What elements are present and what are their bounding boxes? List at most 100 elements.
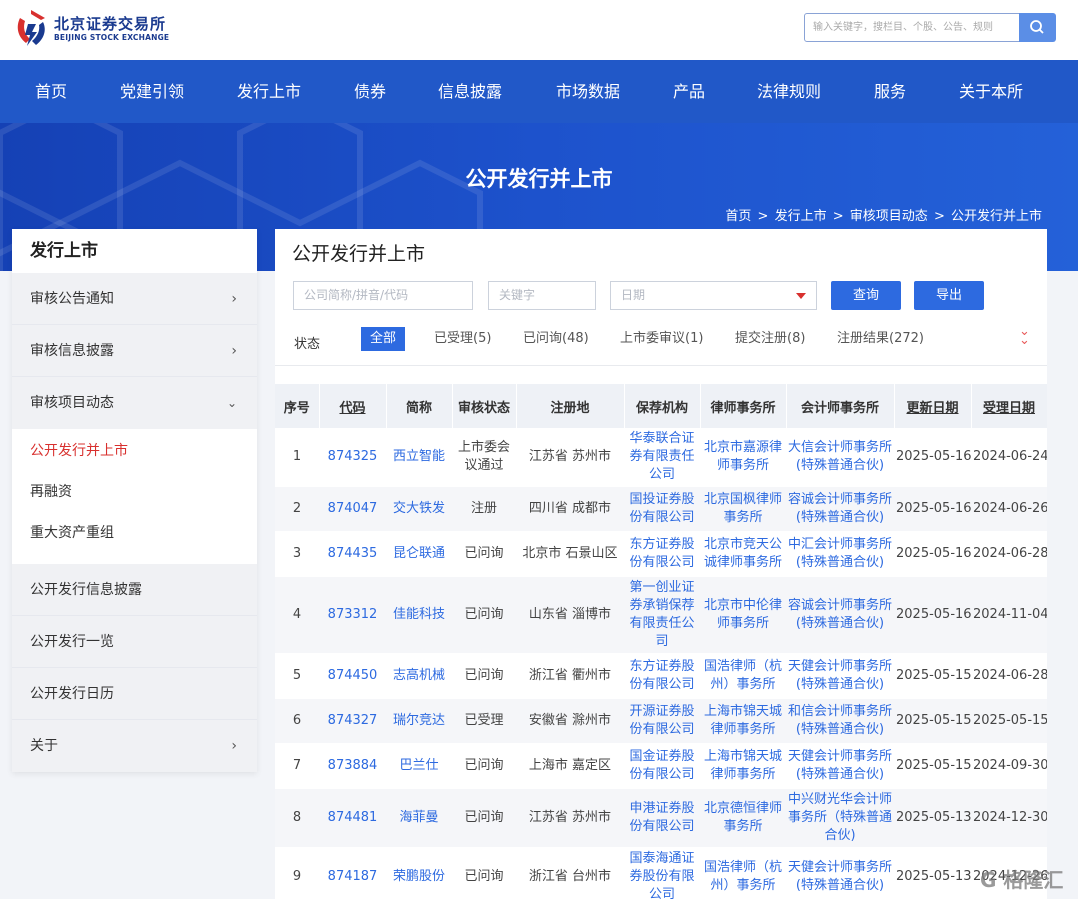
company-search-input[interactable]: 公司简称/拼音/代码 — [293, 281, 473, 310]
review-projects-table: 序号 代码 简称 审核状态 注册地 保荐机构 律师事务所 会计师事务所 更新日期… — [275, 384, 1047, 899]
sidebar-item-review-notices[interactable]: 审核公告通知 › — [12, 273, 257, 325]
cell-short-name[interactable]: 巴兰仕 — [386, 743, 452, 789]
cell-code[interactable]: 874481 — [319, 788, 386, 848]
table-row[interactable]: 4 873312 佳能科技 已问询 山东省 淄博市 第一创业证券承销保荐有限责任公司 北京市… — [275, 576, 1047, 654]
cell-accounting-firm[interactable]: 大信会计师事务所(特殊普通合伙) — [786, 428, 894, 487]
sidebar-item-issue-calendar[interactable]: 公开发行日历 — [12, 668, 257, 720]
cell-accounting-firm[interactable]: 和信会计师事务所(特殊普通合伙) — [786, 698, 894, 744]
breadcrumb-home[interactable]: 首页 — [725, 209, 751, 224]
breadcrumb-review-dynamics[interactable]: 审核项目动态 — [850, 209, 928, 224]
watermark: G 格隆汇 — [980, 864, 1063, 893]
search-button[interactable] — [1019, 13, 1056, 42]
cell-law-firm[interactable]: 北京市竞天公诚律师事务所 — [700, 531, 786, 577]
table-row[interactable]: 8 874481 海菲曼 已问询 江苏省 苏州市 申港证券股份有限公司 北京德恒律师事务所中… — [275, 788, 1047, 848]
sidebar-item-about[interactable]: 关于 › — [12, 720, 257, 772]
cell-code[interactable]: 873884 — [319, 743, 386, 789]
nav-item-bonds[interactable]: 债券 — [354, 60, 386, 123]
cell-accounting-firm[interactable]: 中兴财光华会计师事务所（特殊普通合伙) — [786, 788, 894, 848]
date-select[interactable]: 日期 — [610, 281, 817, 310]
cell-short-name[interactable]: 交大铁发 — [386, 486, 452, 532]
table-row[interactable]: 2 874047 交大铁发 注册 四川省 成都市 国投证券股份有限公司 北京国枫律师事务所容… — [275, 486, 1047, 532]
query-button[interactable]: 查询 — [831, 281, 901, 310]
cell-law-firm[interactable]: 国浩律师（杭州）事务所 — [700, 653, 786, 699]
keyword-input[interactable]: 关键字 — [488, 281, 596, 310]
cell-code[interactable]: 874327 — [319, 698, 386, 744]
cell-law-firm[interactable]: 北京国枫律师事务所 — [700, 486, 786, 532]
cell-law-firm[interactable]: 上海市锦天城律师事务所 — [700, 698, 786, 744]
cell-short-name[interactable]: 佳能科技 — [386, 576, 452, 654]
table-row[interactable]: 6 874327 瑞尔竞达 已受理 安徽省 滁州市 开源证券股份有限公司 上海市锦天城律师事… — [275, 698, 1047, 744]
cell-code[interactable]: 874435 — [319, 531, 386, 577]
cell-accept-date: 2024-09-30 — [971, 743, 1047, 789]
nav-item-party[interactable]: 党建引领 — [120, 60, 184, 123]
sidebar-subitem-refinancing[interactable]: 再融资 — [12, 476, 257, 517]
cell-short-name[interactable]: 瑞尔竞达 — [386, 698, 452, 744]
nav-item-rules[interactable]: 法律规则 — [757, 60, 821, 123]
sidebar-item-issue-disclosure[interactable]: 公开发行信息披露 — [12, 564, 257, 616]
cell-short-name[interactable]: 荣鹏股份 — [386, 847, 452, 899]
cell-short-name[interactable]: 志高机械 — [386, 653, 452, 699]
nav-item-market-data[interactable]: 市场数据 — [556, 60, 620, 123]
table-row[interactable]: 7 873884 巴兰仕 已问询 上海市 嘉定区 国金证券股份有限公司 上海市锦天城律师事务… — [275, 743, 1047, 789]
table-row[interactable]: 1 874325 西立智能 上市委会议通过 江苏省 苏州市 华泰联合证券有限责任公司 北京市… — [275, 428, 1047, 487]
sidebar-subitem-public-listing[interactable]: 公开发行并上市 — [12, 435, 257, 476]
cell-sponsor[interactable]: 申港证券股份有限公司 — [624, 788, 700, 848]
status-tab-submitted[interactable]: 提交注册(8) — [735, 327, 805, 351]
nav-item-about[interactable]: 关于本所 — [959, 60, 1023, 123]
cell-sponsor[interactable]: 第一创业证券承销保荐有限责任公司 — [624, 576, 700, 654]
nav-item-disclosure[interactable]: 信息披露 — [438, 60, 502, 123]
cell-sponsor[interactable]: 东方证券股份有限公司 — [624, 653, 700, 699]
export-button[interactable]: 导出 — [914, 281, 984, 310]
cell-accounting-firm[interactable]: 容诚会计师事务所(特殊普通合伙) — [786, 576, 894, 654]
cell-accounting-firm[interactable]: 容诚会计师事务所(特殊普通合伙) — [786, 486, 894, 532]
table-row[interactable]: 9 874187 荣鹏股份 已问询 浙江省 台州市 国泰海通证券股份有限公司 国浩律师（杭州… — [275, 847, 1047, 899]
sidebar-item-review-disclosure[interactable]: 审核信息披露 › — [12, 325, 257, 377]
cell-accounting-firm[interactable]: 天健会计师事务所(特殊普通合伙) — [786, 653, 894, 699]
main-nav: 首页 党建引领 发行上市 债券 信息披露 市场数据 产品 法律规则 服务 关于本… — [0, 60, 1078, 123]
cell-code[interactable]: 874047 — [319, 486, 386, 532]
cell-accounting-firm[interactable]: 天健会计师事务所(特殊普通合伙) — [786, 743, 894, 789]
sidebar-item-review-dynamics[interactable]: 审核项目动态 ⌄ — [12, 377, 257, 429]
column-header-accept-date[interactable]: 受理日期 — [971, 384, 1047, 428]
cell-law-firm[interactable]: 上海市锦天城律师事务所 — [700, 743, 786, 789]
nav-item-home[interactable]: 首页 — [35, 60, 67, 123]
expand-filters-icon[interactable]: ⌄ ⌄ — [1019, 325, 1030, 347]
table-row[interactable]: 5 874450 志高机械 已问询 浙江省 衢州市 东方证券股份有限公司 国浩律师（杭州）事… — [275, 653, 1047, 699]
cell-short-name[interactable]: 海菲曼 — [386, 788, 452, 848]
nav-item-listing[interactable]: 发行上市 — [237, 60, 301, 123]
status-tab-accepted[interactable]: 已受理(5) — [434, 327, 491, 351]
cell-law-firm[interactable]: 北京市嘉源律师事务所 — [700, 428, 786, 487]
cell-sponsor[interactable]: 东方证券股份有限公司 — [624, 531, 700, 577]
cell-code[interactable]: 874325 — [319, 428, 386, 487]
cell-law-firm[interactable]: 国浩律师（杭州）事务所 — [700, 847, 786, 899]
sidebar-subitem-restructuring[interactable]: 重大资产重组 — [12, 517, 257, 558]
column-header-code[interactable]: 代码 — [319, 384, 387, 428]
cell-sponsor[interactable]: 华泰联合证券有限责任公司 — [624, 428, 700, 487]
cell-law-firm[interactable]: 北京市中伦律师事务所 — [700, 576, 786, 654]
cell-code[interactable]: 874187 — [319, 847, 386, 899]
cell-law-firm[interactable]: 北京德恒律师事务所 — [700, 788, 786, 848]
sidebar-item-issue-list[interactable]: 公开发行一览 — [12, 616, 257, 668]
cell-sponsor[interactable]: 国金证券股份有限公司 — [624, 743, 700, 789]
cell-sponsor[interactable]: 国泰海通证券股份有限公司 — [624, 847, 700, 899]
nav-item-products[interactable]: 产品 — [673, 60, 705, 123]
status-tab-inquired[interactable]: 已问询(48) — [523, 327, 589, 351]
status-tab-registered[interactable]: 注册结果(272) — [837, 327, 924, 351]
cell-sponsor[interactable]: 国投证券股份有限公司 — [624, 486, 700, 532]
cell-code[interactable]: 874450 — [319, 653, 386, 699]
cell-code[interactable]: 873312 — [319, 576, 386, 654]
cell-accounting-firm[interactable]: 中汇会计师事务所(特殊普通合伙) — [786, 531, 894, 577]
status-tab-all[interactable]: 全部 — [361, 327, 406, 351]
cell-sponsor[interactable]: 开源证券股份有限公司 — [624, 698, 700, 744]
cell-short-name[interactable]: 西立智能 — [386, 428, 452, 487]
cell-status: 已问询 — [452, 788, 516, 848]
cell-accounting-firm[interactable]: 天健会计师事务所(特殊普通合伙) — [786, 847, 894, 899]
column-header-update-date[interactable]: 更新日期 — [894, 384, 972, 428]
table-row[interactable]: 3 874435 昆仑联通 已问询 北京市 石景山区 东方证券股份有限公司 北京市竞天公诚律… — [275, 531, 1047, 577]
nav-item-services[interactable]: 服务 — [874, 60, 906, 123]
site-search-input[interactable]: 输入关键字，搜栏目、个股、公告、规则 — [804, 13, 1020, 42]
status-tab-committee[interactable]: 上市委审议(1) — [620, 327, 703, 351]
logo[interactable]: 北京证券交易所 BEIJING STOCK EXCHANGE — [14, 8, 169, 50]
breadcrumb-listing[interactable]: 发行上市 — [775, 209, 827, 224]
cell-short-name[interactable]: 昆仑联通 — [386, 531, 452, 577]
